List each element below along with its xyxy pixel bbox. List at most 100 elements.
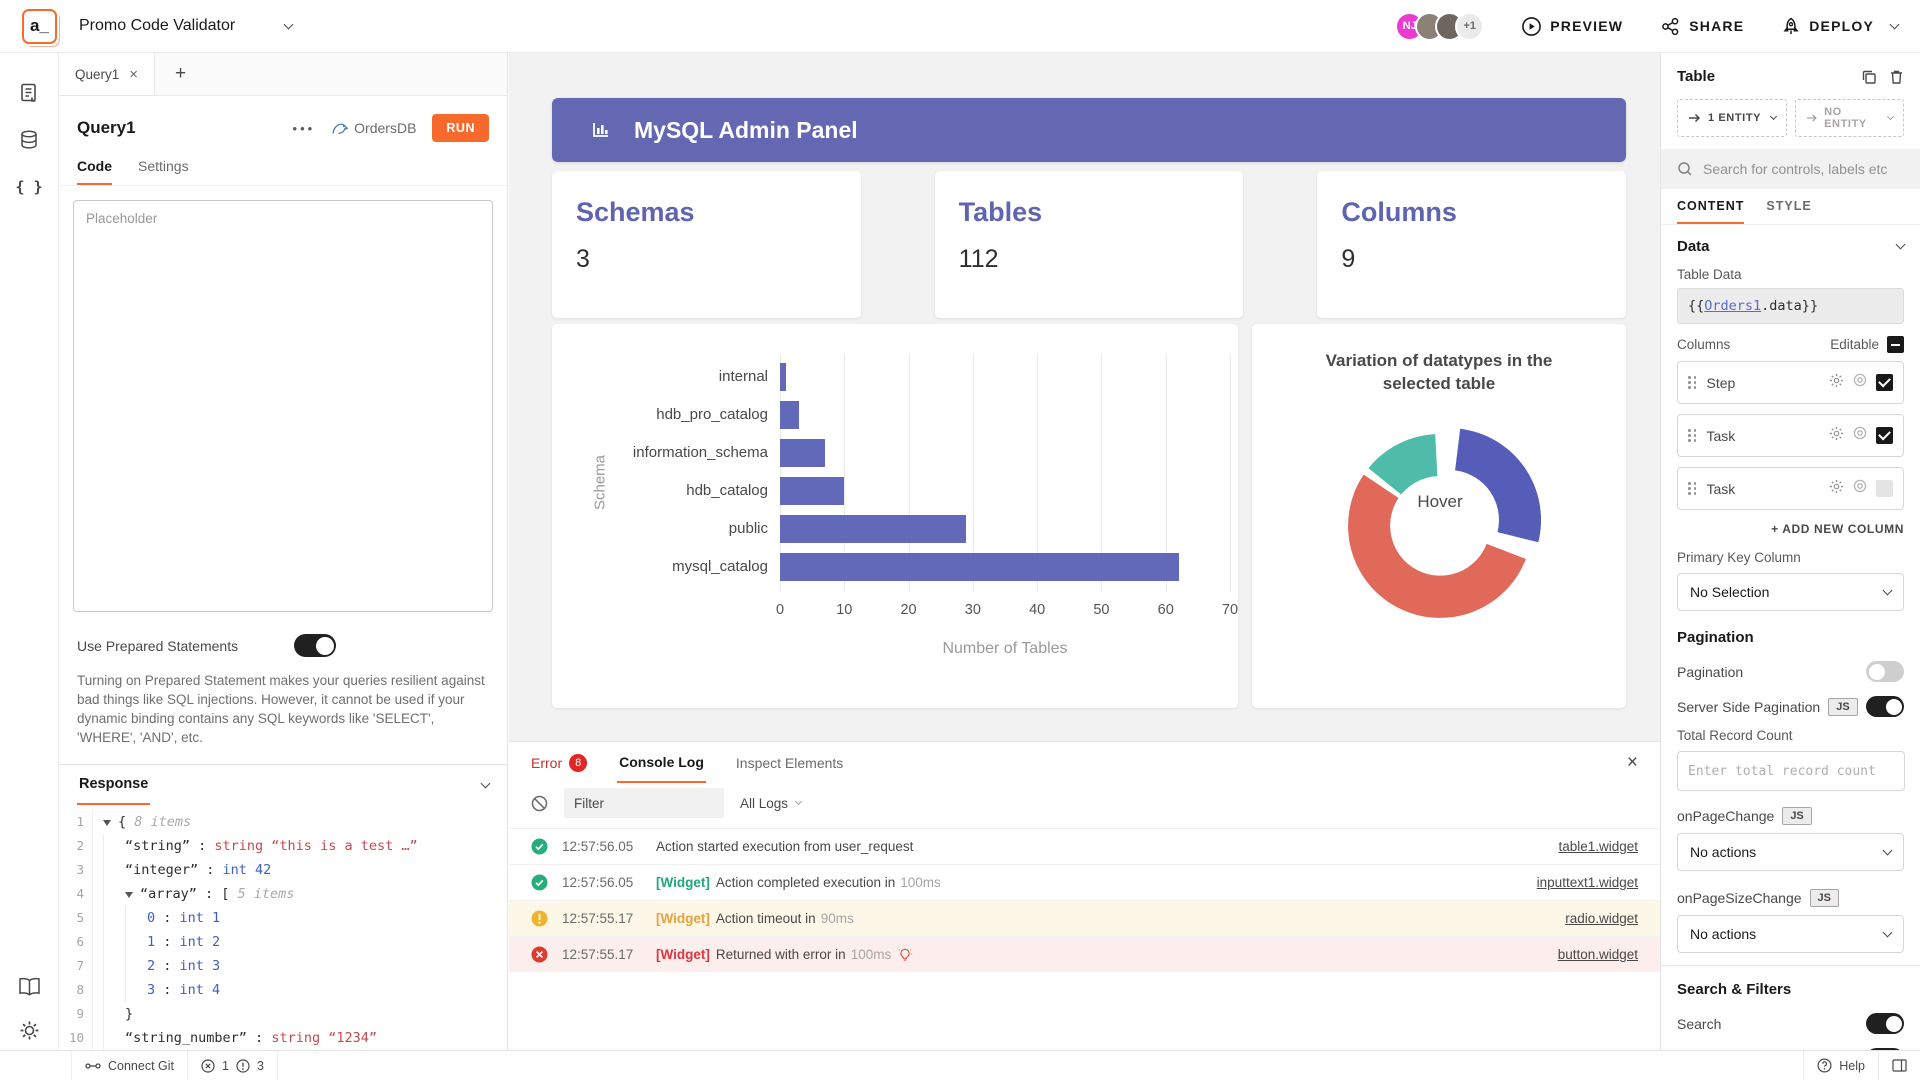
delete-widget-icon[interactable] bbox=[1889, 69, 1904, 85]
js-toggle-badge[interactable]: JS bbox=[1810, 889, 1839, 907]
outgoing-entities-button[interactable]: NO ENTITY bbox=[1795, 99, 1905, 137]
query-tab[interactable]: Query1 × bbox=[59, 53, 155, 95]
js-toggle-badge[interactable]: JS bbox=[1782, 807, 1811, 825]
property-search-input[interactable] bbox=[1703, 161, 1903, 177]
bar-public[interactable] bbox=[780, 515, 966, 543]
schema-bar-chart-widget[interactable]: Schema 010203040506070 Number of Tables … bbox=[552, 324, 1238, 708]
on-page-size-change-select[interactable]: No actions bbox=[1677, 915, 1904, 953]
deploy-button[interactable]: DEPLOY bbox=[1782, 17, 1898, 36]
add-new-column-button[interactable]: + ADD NEW COLUMN bbox=[1661, 520, 1920, 546]
column-settings-gear-icon[interactable] bbox=[1829, 479, 1844, 499]
settings-gear-icon[interactable] bbox=[6, 1010, 52, 1050]
incoming-entities-button[interactable]: 1 ENTITY bbox=[1677, 99, 1787, 137]
tab-code[interactable]: Code bbox=[77, 158, 112, 185]
column-row-step[interactable]: Step bbox=[1677, 361, 1904, 404]
toggle-panels-button[interactable] bbox=[1878, 1051, 1920, 1080]
column-visibility-icon[interactable] bbox=[1852, 425, 1868, 446]
tab-content[interactable]: CONTENT bbox=[1677, 199, 1744, 224]
section-search-filters[interactable]: Search & Filters bbox=[1661, 968, 1920, 1006]
sql-editor[interactable]: Placeholder bbox=[73, 200, 493, 612]
section-pagination[interactable]: Pagination bbox=[1661, 623, 1920, 654]
share-button[interactable]: SHARE bbox=[1661, 17, 1744, 36]
bar-hdb_catalog[interactable] bbox=[780, 477, 844, 505]
connect-git-button[interactable]: Connect Git bbox=[72, 1051, 188, 1080]
log-row[interactable]: 12:57:56.05Action started execution from… bbox=[509, 828, 1660, 864]
debug-hint-bulb-icon[interactable] bbox=[897, 947, 913, 963]
tab-style[interactable]: STYLE bbox=[1766, 199, 1811, 224]
dashboard-header-widget[interactable]: MySQL Admin Panel bbox=[552, 98, 1626, 162]
run-button[interactable]: RUN bbox=[432, 114, 489, 142]
drag-handle-icon[interactable] bbox=[1688, 482, 1697, 495]
js-libraries-icon[interactable]: { } bbox=[6, 163, 52, 210]
bar-hdb_pro_catalog[interactable] bbox=[780, 401, 799, 429]
pagination-toggle[interactable] bbox=[1866, 661, 1904, 682]
datasources-icon[interactable] bbox=[6, 116, 52, 163]
primary-key-select[interactable]: No Selection bbox=[1677, 573, 1904, 611]
log-level-dropdown[interactable]: All Logs bbox=[740, 796, 801, 811]
avatar[interactable]: +1 bbox=[1455, 12, 1484, 41]
property-search[interactable] bbox=[1661, 149, 1920, 189]
tab-settings[interactable]: Settings bbox=[138, 158, 189, 185]
log-row[interactable]: 12:57:55.17[Widget]Returned with error i… bbox=[509, 936, 1660, 972]
section-data[interactable]: Data bbox=[1661, 225, 1920, 263]
log-row[interactable]: 12:57:55.17[Widget]Action timeout in90ms… bbox=[509, 900, 1660, 936]
log-source-link[interactable]: button.widget bbox=[1558, 947, 1638, 962]
total-record-count-input[interactable] bbox=[1677, 751, 1905, 791]
js-toggle-badge[interactable]: JS bbox=[1828, 698, 1857, 716]
column-editable-checkbox[interactable] bbox=[1876, 374, 1893, 391]
column-row-task[interactable]: Task bbox=[1677, 414, 1904, 457]
binding-entity-link[interactable]: Orders1 bbox=[1704, 298, 1761, 314]
stat-card-schemas[interactable]: Schemas 3 bbox=[552, 171, 861, 318]
editable-all-checkbox[interactable] bbox=[1887, 336, 1904, 353]
app-menu-chevron-down-icon[interactable] bbox=[284, 19, 294, 29]
queries-segment-icon[interactable] bbox=[6, 69, 52, 116]
donut-chart[interactable] bbox=[1252, 396, 1626, 696]
search-toggle[interactable] bbox=[1866, 1013, 1904, 1034]
log-filter-input[interactable] bbox=[564, 788, 724, 818]
tab-console-log[interactable]: Console Log bbox=[617, 743, 706, 783]
response-tab[interactable]: Response bbox=[77, 765, 150, 805]
purple-slice[interactable] bbox=[1455, 429, 1541, 543]
tab-errors[interactable]: Error 8 bbox=[531, 754, 587, 772]
help-button[interactable]: Help bbox=[1803, 1051, 1878, 1080]
collapse-caret-icon[interactable] bbox=[125, 892, 133, 898]
stat-card-tables[interactable]: Tables 112 bbox=[935, 171, 1244, 318]
copy-widget-icon[interactable] bbox=[1861, 69, 1877, 85]
column-settings-gear-icon[interactable] bbox=[1829, 426, 1844, 446]
server-side-pagination-toggle[interactable] bbox=[1866, 696, 1904, 717]
response-collapse-chevron-icon[interactable] bbox=[481, 778, 491, 788]
column-visibility-icon[interactable] bbox=[1852, 478, 1868, 499]
drag-handle-icon[interactable] bbox=[1688, 376, 1697, 389]
collaborator-avatars[interactable]: NJ+1 bbox=[1395, 12, 1484, 41]
stat-card-columns[interactable]: Columns 9 bbox=[1317, 171, 1626, 318]
clear-logs-icon[interactable] bbox=[531, 795, 548, 812]
column-editable-checkbox[interactable] bbox=[1876, 427, 1893, 444]
bar-internal[interactable] bbox=[780, 363, 786, 391]
log-row[interactable]: 12:57:56.05[Widget]Action completed exec… bbox=[509, 864, 1660, 900]
debugger-counts[interactable]: 1 3 bbox=[188, 1051, 278, 1080]
add-tab-button[interactable]: + bbox=[155, 53, 206, 95]
appsmith-logo[interactable]: a_ bbox=[22, 9, 57, 44]
log-source-link[interactable]: radio.widget bbox=[1565, 911, 1638, 926]
log-source-link[interactable]: table1.widget bbox=[1558, 839, 1638, 854]
close-tab-icon[interactable]: × bbox=[129, 66, 138, 83]
preview-button[interactable]: PREVIEW bbox=[1522, 17, 1623, 36]
response-json-viewer[interactable]: 1{ 8 items2“string” : string “this is a … bbox=[59, 806, 507, 1050]
bar-mysql_catalog[interactable] bbox=[780, 553, 1179, 581]
on-page-change-select[interactable]: No actions bbox=[1677, 833, 1904, 871]
column-row-task[interactable]: Task bbox=[1677, 467, 1904, 510]
datatype-donut-chart-widget[interactable]: Variation of datatypes in the selected t… bbox=[1252, 324, 1626, 708]
datasource-selector[interactable]: OrdersDB bbox=[331, 120, 416, 136]
tab-inspect-elements[interactable]: Inspect Elements bbox=[736, 755, 843, 771]
drag-handle-icon[interactable] bbox=[1688, 429, 1697, 442]
widget-name[interactable]: Table bbox=[1677, 68, 1715, 85]
bar-information_schema[interactable] bbox=[780, 439, 825, 467]
query-menu-icon[interactable]: ••• bbox=[293, 121, 316, 136]
column-settings-gear-icon[interactable] bbox=[1829, 373, 1844, 393]
docs-icon[interactable] bbox=[6, 963, 52, 1010]
collapse-caret-icon[interactable] bbox=[103, 820, 111, 826]
deploy-chevron-down-icon[interactable] bbox=[1890, 19, 1900, 29]
prepared-statements-toggle[interactable] bbox=[294, 634, 336, 657]
column-visibility-icon[interactable] bbox=[1852, 372, 1868, 393]
table-data-binding-input[interactable]: {{Orders1.data}} bbox=[1677, 288, 1904, 324]
